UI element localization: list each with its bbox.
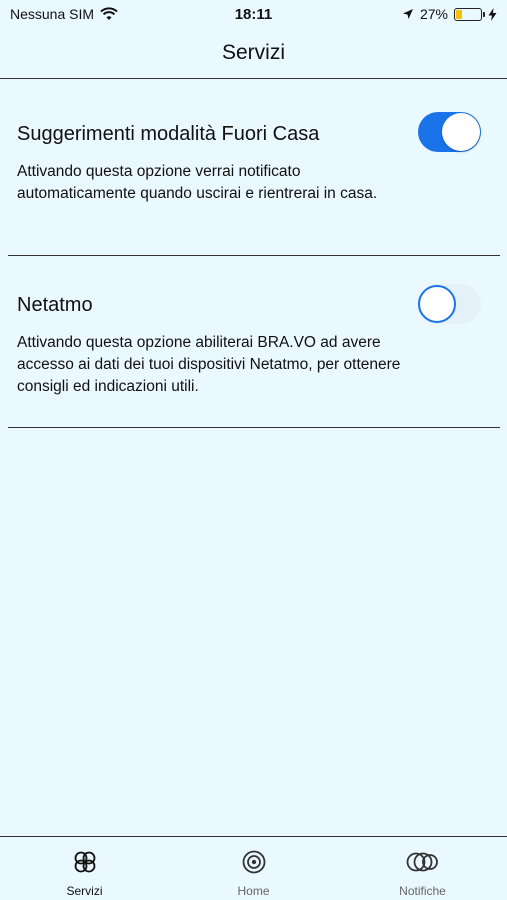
tab-home[interactable]: Home <box>169 837 338 900</box>
battery-percent: 27% <box>419 6 448 22</box>
notifications-icon <box>406 852 438 872</box>
setting-fuori-casa: Suggerimenti modalità Fuori Casa Attivan… <box>8 79 500 256</box>
toggle-knob <box>418 285 456 323</box>
location-arrow-icon <box>402 9 413 19</box>
tab-notifiche[interactable]: Notifiche <box>338 837 507 900</box>
setting-netatmo: Netatmo Attivando questa opzione abilite… <box>8 256 500 428</box>
battery-fill <box>456 9 463 19</box>
tab-bar: Servizi Home Notifiche <box>0 836 507 900</box>
netatmo-toggle[interactable] <box>418 284 481 324</box>
setting-title: Suggerimenti modalità Fuori Casa <box>17 123 320 145</box>
fuori-casa-toggle[interactable] <box>418 112 481 152</box>
setting-description: Attivando questa opzione verrai notifica… <box>17 163 378 202</box>
nav-header: Servizi <box>0 28 507 79</box>
carrier-label: Nessuna SIM <box>10 6 95 22</box>
tab-label: Home <box>237 884 270 898</box>
charging-bolt-icon <box>488 7 497 21</box>
wifi-icon <box>100 7 118 20</box>
tab-label: Notifiche <box>399 884 446 898</box>
status-right: 27% <box>402 6 497 22</box>
services-icon <box>74 851 95 873</box>
toggle-knob <box>442 113 480 151</box>
battery-icon <box>454 7 485 21</box>
page-title: Servizi <box>221 41 285 64</box>
tab-servizi[interactable]: Servizi <box>0 837 169 900</box>
status-left: Nessuna SIM <box>10 6 118 22</box>
status-bar: Nessuna SIM 18:11 27% <box>0 0 507 28</box>
setting-description: Attivando questa opzione abiliterai BRA.… <box>17 334 401 395</box>
tab-label: Servizi <box>66 884 103 898</box>
setting-title: Netatmo <box>17 294 93 316</box>
home-target-icon <box>242 850 265 874</box>
